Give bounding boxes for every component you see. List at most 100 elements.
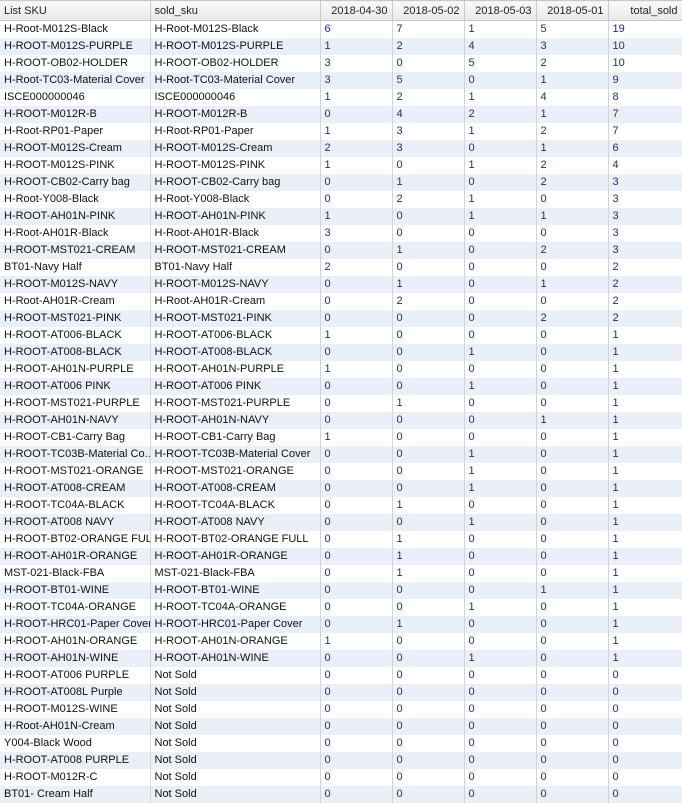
cell-total-sold: 1 — [608, 395, 682, 412]
table-row[interactable]: H-ROOT-AH01N-PINKH-ROOT-AH01N-PINK10113 — [0, 208, 682, 225]
table-row[interactable]: H-ROOT-CB1-Carry BagH-ROOT-CB1-Carry Bag… — [0, 429, 682, 446]
table-row[interactable]: H-ROOT-BT02-ORANGE FULLH-ROOT-BT02-ORANG… — [0, 531, 682, 548]
cell-2018-05-03: 0 — [464, 582, 536, 599]
cell-2018-05-01: 0 — [536, 463, 608, 480]
cell-list-sku: H-ROOT-AH01N-NAVY — [0, 412, 150, 429]
cell-2018-05-01: 2 — [536, 55, 608, 72]
cell-2018-05-02: 0 — [392, 514, 464, 531]
cell-total-sold: 4 — [608, 157, 682, 174]
cell-2018-05-01: 0 — [536, 684, 608, 701]
table-row[interactable]: H-ROOT-AH01R-ORANGEH-ROOT-AH01R-ORANGE01… — [0, 548, 682, 565]
table-row[interactable]: H-ROOT-CB02-Carry bagH-ROOT-CB02-Carry b… — [0, 174, 682, 191]
table-row[interactable]: H-ROOT-AT008-CREAMH-ROOT-AT008-CREAM0010… — [0, 480, 682, 497]
col-header-2018-05-01[interactable]: 2018-05-01 — [536, 1, 608, 21]
col-header-total-sold[interactable]: total_sold — [608, 1, 682, 21]
cell-2018-05-03: 1 — [464, 123, 536, 140]
cell-list-sku: H-ROOT-MST021-CREAM — [0, 242, 150, 259]
col-header-2018-04-30[interactable]: 2018-04-30 — [320, 1, 392, 21]
table-row[interactable]: H-ROOT-TC04A-ORANGEH-ROOT-TC04A-ORANGE00… — [0, 599, 682, 616]
table-row[interactable]: H-ROOT-AH01N-WINEH-ROOT-AH01N-WINE00101 — [0, 650, 682, 667]
cell-2018-05-01: 0 — [536, 752, 608, 769]
cell-2018-05-02: 3 — [392, 123, 464, 140]
cell-2018-05-01: 0 — [536, 344, 608, 361]
table-row[interactable]: H-Root-TC03-Material CoverH-Root-TC03-Ma… — [0, 72, 682, 89]
cell-2018-05-03: 0 — [464, 497, 536, 514]
cell-2018-05-03: 0 — [464, 225, 536, 242]
cell-2018-05-03: 0 — [464, 412, 536, 429]
cell-list-sku: H-ROOT-CB02-Carry bag — [0, 174, 150, 191]
cell-2018-05-03: 1 — [464, 650, 536, 667]
table-row[interactable]: H-ROOT-MST021-ORANGEH-ROOT-MST021-ORANGE… — [0, 463, 682, 480]
cell-2018-05-02: 0 — [392, 718, 464, 735]
cell-sold-sku: H-ROOT-BT02-ORANGE FULL — [150, 531, 320, 548]
table-row[interactable]: H-ROOT-HRC01-Paper CoverH-ROOT-HRC01-Pap… — [0, 616, 682, 633]
table-row[interactable]: Y004-Black WoodNot Sold00000 — [0, 735, 682, 752]
cell-sold-sku: H-ROOT-M012R-B — [150, 106, 320, 123]
cell-total-sold: 0 — [608, 752, 682, 769]
col-header-2018-05-02[interactable]: 2018-05-02 — [392, 1, 464, 21]
cell-2018-04-30: 0 — [320, 497, 392, 514]
table-row[interactable]: BT01-Navy HalfBT01-Navy Half20002 — [0, 259, 682, 276]
table-row[interactable]: H-ROOT-M012S-WINENot Sold00000 — [0, 701, 682, 718]
cell-2018-05-03: 0 — [464, 769, 536, 786]
table-row[interactable]: H-ROOT-AT008 NAVYH-ROOT-AT008 NAVY00101 — [0, 514, 682, 531]
table-row[interactable]: H-ROOT-AH01N-NAVYH-ROOT-AH01N-NAVY00011 — [0, 412, 682, 429]
table-row[interactable]: H-ROOT-M012S-NAVYH-ROOT-M012S-NAVY01012 — [0, 276, 682, 293]
table-row[interactable]: H-ROOT-BT01-WINEH-ROOT-BT01-WINE00011 — [0, 582, 682, 599]
table-row[interactable]: H-ROOT-M012R-BH-ROOT-M012R-B04217 — [0, 106, 682, 123]
cell-total-sold: 1 — [608, 633, 682, 650]
cell-2018-05-01: 0 — [536, 395, 608, 412]
table-row[interactable]: H-Root-AH01R-CreamH-Root-AH01R-Cream0200… — [0, 293, 682, 310]
table-row[interactable]: H-ROOT-AT008-BLACKH-ROOT-AT008-BLACK0010… — [0, 344, 682, 361]
cell-total-sold: 3 — [608, 191, 682, 208]
table-row[interactable]: H-Root-AH01R-BlackH-Root-AH01R-Black3000… — [0, 225, 682, 242]
table-row[interactable]: H-ROOT-AT008 PURPLENot Sold00000 — [0, 752, 682, 769]
table-row[interactable]: H-Root-RP01-PaperH-Root-RP01-Paper13127 — [0, 123, 682, 140]
table-row[interactable]: H-ROOT-MST021-PINKH-ROOT-MST021-PINK0002… — [0, 310, 682, 327]
col-header-sold-sku[interactable]: sold_sku — [150, 1, 320, 21]
cell-sold-sku: H-ROOT-M012S-Cream — [150, 140, 320, 157]
table-row[interactable]: H-ROOT-TC03B-Material Co...H-ROOT-TC03B-… — [0, 446, 682, 463]
cell-2018-05-03: 1 — [464, 21, 536, 38]
col-header-2018-05-03[interactable]: 2018-05-03 — [464, 1, 536, 21]
table-row[interactable]: MST-021-Black-FBAMST-021-Black-FBA01001 — [0, 565, 682, 582]
cell-list-sku: H-ROOT-CB1-Carry Bag — [0, 429, 150, 446]
cell-sold-sku: MST-021-Black-FBA — [150, 565, 320, 582]
table-row[interactable]: H-ROOT-M012S-CreamH-ROOT-M012S-Cream2301… — [0, 140, 682, 157]
cell-2018-05-01: 4 — [536, 89, 608, 106]
cell-2018-05-03: 0 — [464, 752, 536, 769]
table-row[interactable]: H-ROOT-AH01N-PURPLEH-ROOT-AH01N-PURPLE10… — [0, 361, 682, 378]
table-row[interactable]: H-ROOT-AH01N-ORANGEH-ROOT-AH01N-ORANGE10… — [0, 633, 682, 650]
table-row[interactable]: H-ROOT-MST021-PURPLEH-ROOT-MST021-PURPLE… — [0, 395, 682, 412]
table-row[interactable]: H-ROOT-AT006 PURPLENot Sold00000 — [0, 667, 682, 684]
cell-list-sku: H-ROOT-M012R-B — [0, 106, 150, 123]
cell-2018-05-01: 0 — [536, 548, 608, 565]
cell-2018-04-30: 0 — [320, 650, 392, 667]
table-row[interactable]: H-ROOT-MST021-CREAMH-ROOT-MST021-CREAM01… — [0, 242, 682, 259]
table-row[interactable]: H-ROOT-TC04A-BLACKH-ROOT-TC04A-BLACK0100… — [0, 497, 682, 514]
table-row[interactable]: H-ROOT-AT006 PINKH-ROOT-AT006 PINK00101 — [0, 378, 682, 395]
table-row[interactable]: H-ROOT-M012S-PINKH-ROOT-M012S-PINK10124 — [0, 157, 682, 174]
cell-total-sold: 1 — [608, 599, 682, 616]
table-row[interactable]: H-ROOT-AT008L PurpleNot Sold00000 — [0, 684, 682, 701]
table-row[interactable]: H-ROOT-AT006-BLACKH-ROOT-AT006-BLACK1000… — [0, 327, 682, 344]
table-row[interactable]: ISCE000000046ISCE00000004612148 — [0, 89, 682, 106]
table-row[interactable]: BT01- Cream HalfNot Sold00000 — [0, 786, 682, 803]
col-header-list-sku[interactable]: List SKU — [0, 1, 150, 21]
cell-total-sold: 3 — [608, 208, 682, 225]
cell-list-sku: H-ROOT-AH01N-PURPLE — [0, 361, 150, 378]
cell-list-sku: H-ROOT-AH01R-ORANGE — [0, 548, 150, 565]
cell-list-sku: H-ROOT-MST021-ORANGE — [0, 463, 150, 480]
cell-2018-05-02: 0 — [392, 650, 464, 667]
table-row[interactable]: H-Root-AH01N-CreamNot Sold00000 — [0, 718, 682, 735]
table-row[interactable]: H-Root-Y008-BlackH-Root-Y008-Black02103 — [0, 191, 682, 208]
table-row[interactable]: H-ROOT-OB02-HOLDERH-ROOT-OB02-HOLDER3052… — [0, 55, 682, 72]
cell-list-sku: H-ROOT-AT008 PURPLE — [0, 752, 150, 769]
table-row[interactable]: H-Root-M012S-BlackH-Root-M012S-Black6715… — [0, 21, 682, 38]
cell-sold-sku: H-ROOT-CB02-Carry bag — [150, 174, 320, 191]
cell-2018-04-30: 6 — [320, 21, 392, 38]
table-row[interactable]: H-ROOT-M012S-PURPLEH-ROOT-M012S-PURPLE12… — [0, 38, 682, 55]
cell-2018-05-01: 0 — [536, 327, 608, 344]
table-row[interactable]: H-ROOT-M012R-CNot Sold00000 — [0, 769, 682, 786]
cell-2018-05-03: 0 — [464, 72, 536, 89]
